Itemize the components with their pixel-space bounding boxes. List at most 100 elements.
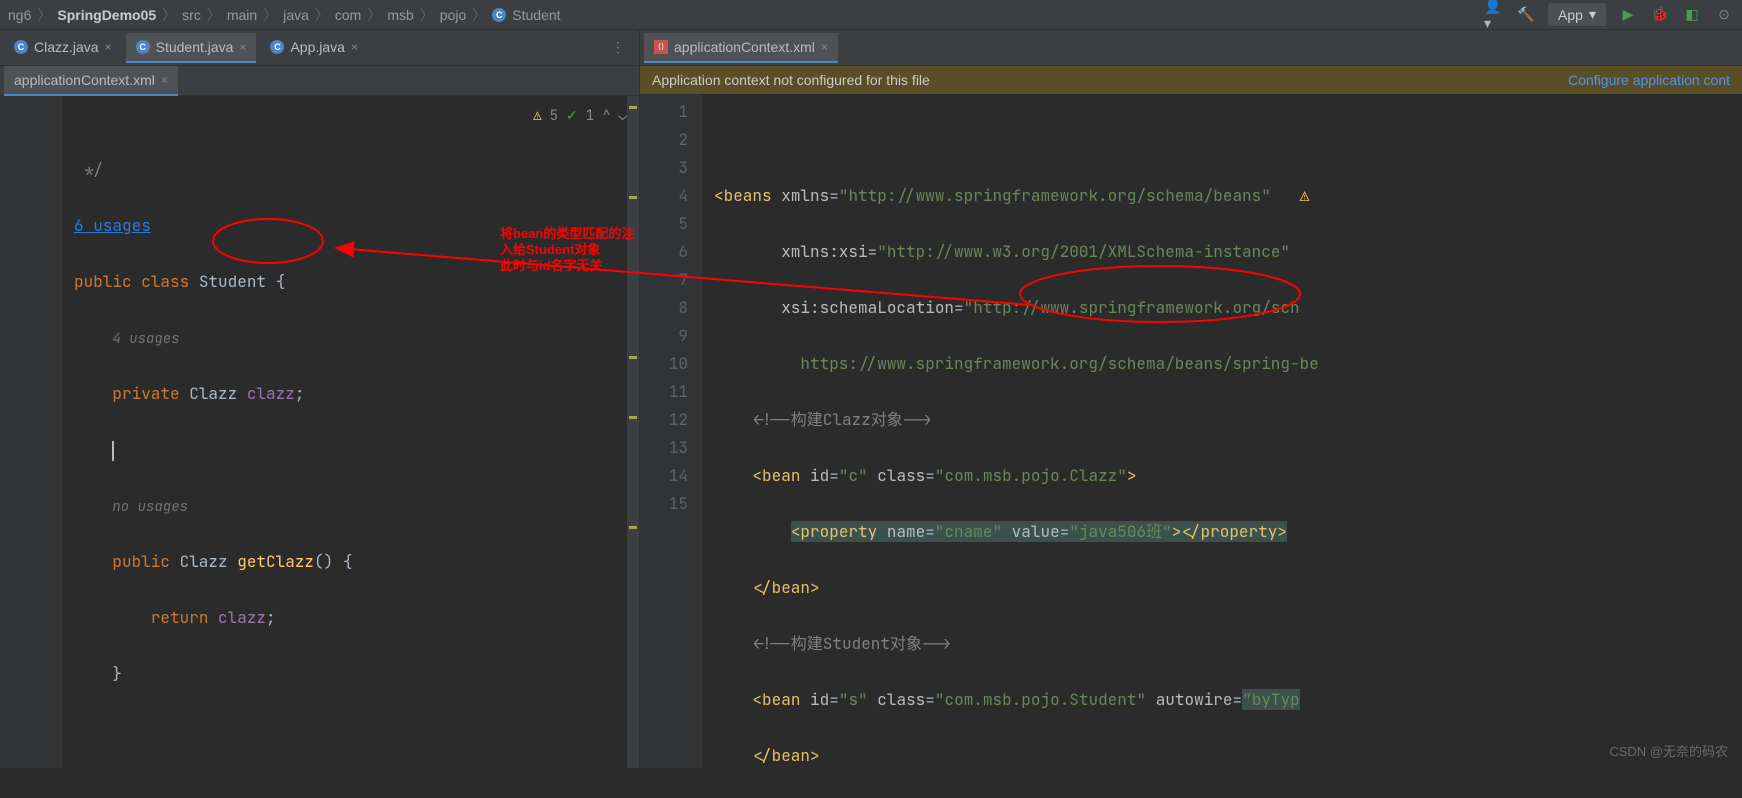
class-icon: C [14,40,28,54]
type: Clazz [180,551,238,572]
tab-label: applicationContext.xml [674,39,815,55]
caret [112,441,114,461]
crumb[interactable]: msb [387,7,413,23]
subtab-appcontext[interactable]: applicationContext.xml × [4,66,178,96]
usages-link[interactable]: 6 usages [74,215,151,236]
tag: bean [762,465,800,486]
line-number: 5 [640,210,688,238]
method: getClazz [237,551,314,572]
val: "com.msb.pojo.Student" [935,689,1146,710]
brace: { [276,271,286,292]
coverage-button[interactable]: ◧ [1682,5,1702,25]
tab-student[interactable]: CStudent.java× [126,33,257,63]
kw: return [151,607,218,628]
run-button[interactable]: ▶ [1618,5,1638,25]
paren: () { [314,551,352,572]
xml-icon: ⟨⟩ [654,40,668,54]
tab-app[interactable]: CApp.java× [260,33,368,63]
breadcrumb[interactable]: ng6〉 SpringDemo05〉 src〉 main〉 java〉 com〉… [8,5,1484,25]
left-tabs: CClazz.java× C Student.java × CApp.java× ⋮ [0,30,639,66]
top-bar: ng6〉 SpringDemo05〉 src〉 main〉 java〉 com〉… [0,0,1742,30]
line-number: 9 [640,322,688,350]
attr: name [887,521,925,542]
close-icon[interactable]: × [105,40,112,54]
tag: </ [752,745,771,766]
crumb[interactable]: SpringDemo05 [57,7,156,23]
main: CClazz.java× C Student.java × CApp.java× ⋮… [0,30,1742,768]
crumb[interactable]: main [227,7,257,23]
run-config-label: App [1558,7,1583,23]
val: "java506班" [1069,521,1171,542]
field: clazz [247,383,295,404]
tag: bean [772,745,810,766]
crumb[interactable]: com [335,7,361,23]
banner-text: Application context not configured for t… [652,72,930,88]
tag: property [1201,521,1278,542]
close-icon[interactable]: × [161,73,168,87]
right-editor[interactable]: 1 2 3 4 5 6 7 8 9 10 11 12 13 14 15 <bea… [640,94,1742,768]
tab-label: applicationContext.xml [14,72,155,88]
build-icon[interactable]: 🔨 [1516,5,1536,25]
line-number: 6 [640,238,688,266]
tick-icon: ✓ [566,102,578,130]
line-number: 3 [640,154,688,182]
attr: class [877,689,925,710]
val: "http://www.springframework.org/schema/b… [839,185,1271,206]
debug-button[interactable]: 🐞 [1650,5,1670,25]
attr: xsi [781,297,810,318]
val: "c" [839,465,868,486]
run-config-dropdown[interactable]: App ▾ [1548,3,1606,26]
left-subtabs: applicationContext.xml × [0,66,639,96]
tag: > [810,745,820,766]
val: "byTyp [1242,689,1300,710]
left-editor[interactable]: ⚠5 ✓1 ^⌄ */ 6 usages public class Studen… [0,96,639,768]
tab-appcontext-xml[interactable]: ⟨⟩ applicationContext.xml × [644,33,838,63]
attr: :schemaLocation [810,297,954,318]
close-icon[interactable]: × [351,40,358,54]
inspection-widget[interactable]: ⚠5 ✓1 ^⌄ [533,102,627,130]
tabs-more-icon[interactable]: ⋮ [601,39,635,56]
crumb[interactable]: java [283,7,309,23]
val: "http://www.springframework.org/sch [964,297,1300,318]
tag: </ [752,577,771,598]
tab-clazz[interactable]: CClazz.java× [4,33,122,63]
annotation-line: 将bean的类型匹配的注入给Student对象 [500,226,639,258]
user-icon[interactable]: 👤▾ [1484,5,1504,25]
chevron-down-icon: ▾ [1589,6,1596,23]
right-gutter: 1 2 3 4 5 6 7 8 9 10 11 12 13 14 15 [640,94,702,768]
crumb[interactable]: ng6 [8,7,31,23]
comment: <!--构建Clazz对象--> [752,409,931,430]
scrollbar[interactable] [627,96,639,768]
warning-count: 5 [550,102,558,130]
attr: id [810,465,829,486]
line-number: 8 [640,294,688,322]
attr: xmlns [781,185,829,206]
crumb[interactable]: pojo [440,7,466,23]
profile-button[interactable]: ⊙ [1714,5,1734,25]
val: "cname" [935,521,1002,542]
val: "s" [839,689,868,710]
tick-count: 1 [586,102,594,130]
val: "com.msb.pojo.Clazz" [935,465,1127,486]
class-icon: C [270,40,284,54]
right-code[interactable]: <beans xmlns="http://www.springframework… [702,94,1742,768]
crumb[interactable]: src [182,7,201,23]
tab-label: Student.java [156,39,234,55]
line-number: 12 [640,406,688,434]
close-icon[interactable]: × [239,40,246,54]
banner-link[interactable]: Configure application cont [1568,72,1730,88]
usages-hint[interactable]: 4 usages [112,330,179,348]
kw: class [141,271,199,292]
config-banner: Application context not configured for t… [640,66,1742,94]
tag: bean [772,577,810,598]
chevron-up-icon[interactable]: ^ [602,102,610,130]
chevron-down-icon[interactable]: ⌄ [619,102,627,130]
tag: property [800,521,877,542]
kw: public [74,271,141,292]
comment: */ [84,159,103,180]
close-icon[interactable]: × [821,40,828,54]
usages-hint[interactable]: no usages [112,498,188,516]
attr: value [1012,521,1060,542]
left-code[interactable]: ⚠5 ✓1 ^⌄ */ 6 usages public class Studen… [62,96,639,768]
crumb[interactable]: Student [512,7,560,23]
